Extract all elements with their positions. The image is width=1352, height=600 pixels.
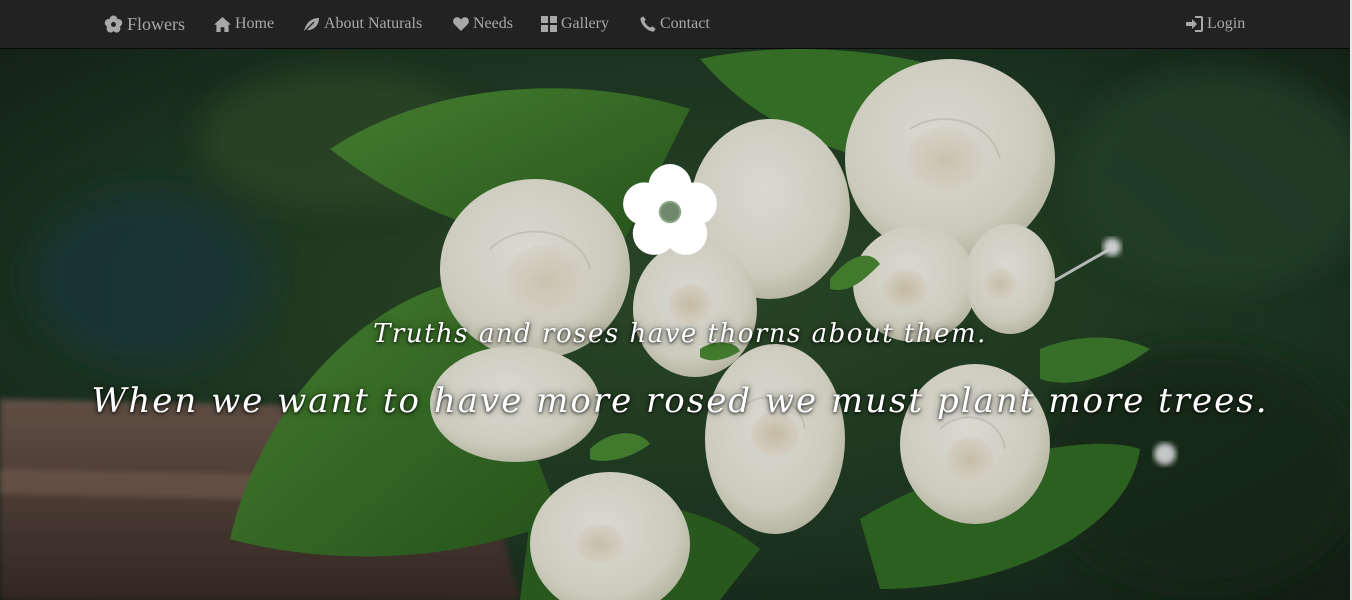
nav-home-label: Home [235,15,275,32]
leaf-icon [303,17,320,32]
brand-label: Flowers [127,14,185,34]
login-icon [1186,16,1203,32]
hero-quote-secondary: When we want to have more rosed we must … [91,381,1269,421]
nav-needs[interactable]: Needs [453,0,513,48]
top-navbar: Flowers Home About Naturals Needs Galler… [0,0,1352,49]
phone-icon [640,16,656,32]
brand-link[interactable]: Flowers [104,0,185,48]
nav-contact[interactable]: Contact [640,0,710,48]
nav-needs-label: Needs [473,15,513,32]
flower-icon [104,14,123,34]
hero-banner: Truths and roses have thorns about them.… [0,49,1352,600]
home-icon [214,16,231,32]
nav-home[interactable]: Home [214,0,274,48]
grid-icon [541,16,557,32]
nav-gallery[interactable]: Gallery [541,0,609,48]
nav-contact-label: Contact [660,15,710,32]
nav-about-label: About Naturals [324,15,423,32]
hero-quote-primary: Truths and roses have thorns about them. [373,319,987,349]
heart-icon [453,17,469,31]
nav-login-label: Login [1207,15,1246,32]
nav-login[interactable]: Login [1186,0,1245,48]
nav-about-naturals[interactable]: About Naturals [303,0,422,48]
nav-gallery-label: Gallery [561,15,609,32]
hero-flower-icon [619,161,721,268]
